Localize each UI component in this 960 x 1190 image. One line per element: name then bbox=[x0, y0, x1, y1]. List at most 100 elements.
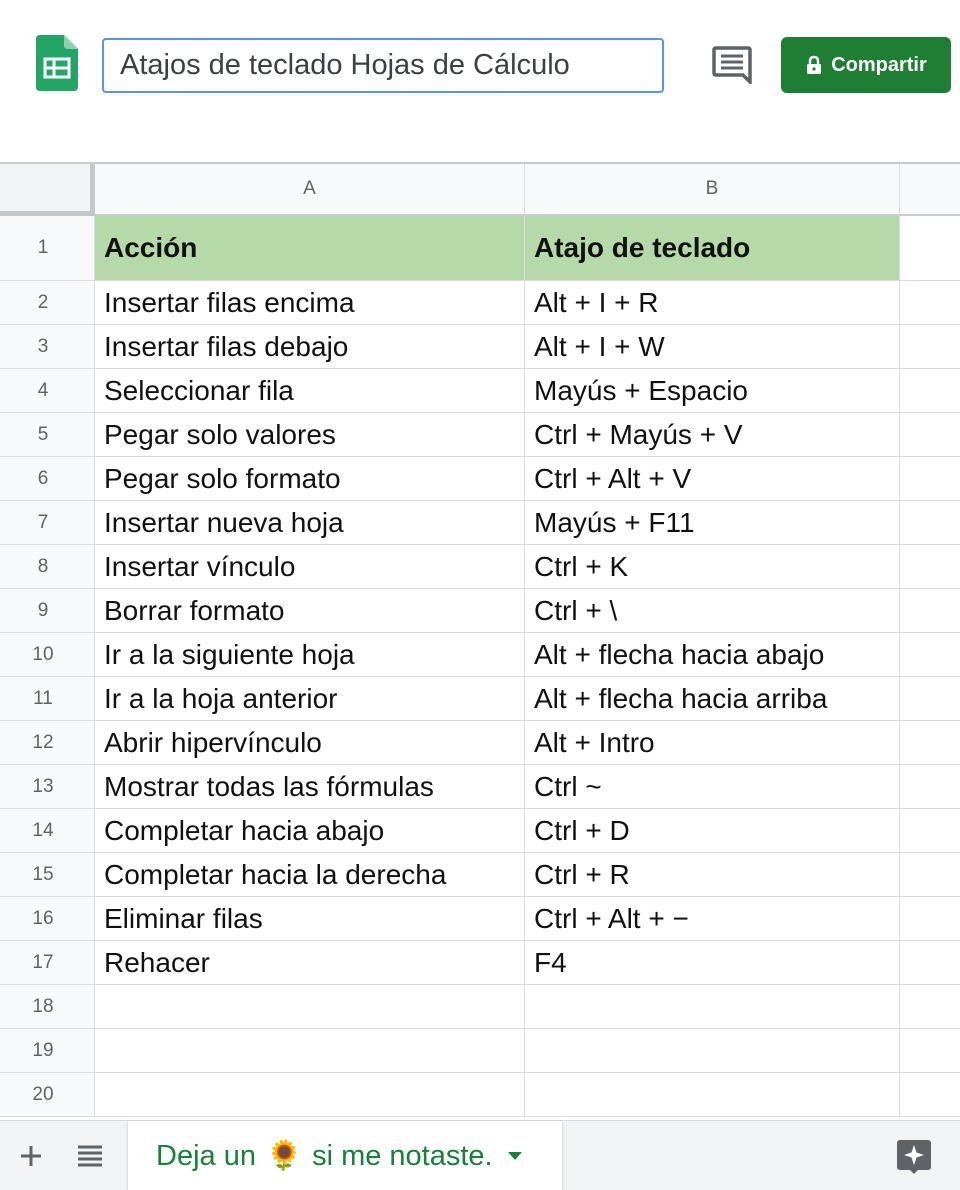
row-header[interactable]: 18 bbox=[0, 985, 95, 1029]
row-header[interactable]: 14 bbox=[0, 809, 95, 853]
action-cell[interactable]: Borrar formato bbox=[95, 589, 525, 633]
shortcut-cell[interactable]: Ctrl + R bbox=[525, 853, 900, 897]
column-header-c[interactable] bbox=[900, 164, 960, 216]
action-cell[interactable] bbox=[95, 985, 525, 1029]
empty-cell[interactable] bbox=[900, 369, 960, 413]
share-button-label: Compartir bbox=[831, 53, 927, 76]
shortcut-cell[interactable]: Alt + flecha hacia abajo bbox=[525, 633, 900, 677]
action-cell[interactable]: Pegar solo formato bbox=[95, 457, 525, 501]
shortcut-cell[interactable]: Mayús + F11 bbox=[525, 501, 900, 545]
shortcut-cell[interactable] bbox=[525, 1029, 900, 1073]
row-header[interactable]: 17 bbox=[0, 941, 95, 985]
empty-cell[interactable] bbox=[900, 1073, 960, 1117]
empty-cell[interactable] bbox=[900, 677, 960, 721]
shortcut-cell[interactable] bbox=[525, 1073, 900, 1117]
empty-cell[interactable] bbox=[900, 897, 960, 941]
row-header[interactable]: 6 bbox=[0, 457, 95, 501]
action-cell[interactable]: Pegar solo valores bbox=[95, 413, 525, 457]
row-header[interactable]: 19 bbox=[0, 1029, 95, 1073]
empty-cell[interactable] bbox=[900, 413, 960, 457]
empty-cell[interactable] bbox=[900, 721, 960, 765]
action-cell[interactable]: Insertar nueva hoja bbox=[95, 501, 525, 545]
shortcut-cell[interactable]: Ctrl + D bbox=[525, 809, 900, 853]
spreadsheet-grid: A B 1 Acción Atajo de teclado 2 Insertar fil… bbox=[0, 162, 960, 1117]
action-cell[interactable] bbox=[95, 1073, 525, 1117]
empty-cell[interactable] bbox=[900, 501, 960, 545]
row-header[interactable]: 8 bbox=[0, 545, 95, 589]
action-cell[interactable]: Insertar filas debajo bbox=[95, 325, 525, 369]
shortcut-cell[interactable]: Ctrl + Mayús + V bbox=[525, 413, 900, 457]
sheet-tab[interactable]: Deja un 🌻 si me notaste. bbox=[128, 1121, 562, 1190]
sheet-tab-label-after: si me notaste. bbox=[312, 1139, 493, 1172]
shortcut-cell[interactable]: Ctrl + Alt + V bbox=[525, 457, 900, 501]
action-cell[interactable]: Rehacer bbox=[95, 941, 525, 985]
shortcut-cell[interactable]: Mayús + Espacio bbox=[525, 369, 900, 413]
empty-cell[interactable] bbox=[900, 853, 960, 897]
row-header[interactable]: 10 bbox=[0, 633, 95, 677]
row-header[interactable]: 11 bbox=[0, 677, 95, 721]
sheet-tab-bar: Deja un 🌻 si me notaste. bbox=[0, 1120, 960, 1190]
empty-cell[interactable] bbox=[900, 633, 960, 677]
shortcut-cell[interactable]: Alt + flecha hacia arriba bbox=[525, 677, 900, 721]
document-title-input[interactable]: Atajos de teclado Hojas de Cálculo bbox=[102, 38, 664, 93]
empty-cell[interactable] bbox=[900, 941, 960, 985]
shortcut-cell[interactable]: Alt + I + W bbox=[525, 325, 900, 369]
action-cell[interactable]: Insertar vínculo bbox=[95, 545, 525, 589]
empty-cell[interactable] bbox=[900, 457, 960, 501]
row-header[interactable]: 7 bbox=[0, 501, 95, 545]
header-cell-action[interactable]: Acción bbox=[95, 216, 525, 281]
action-cell[interactable]: Ir a la hoja anterior bbox=[95, 677, 525, 721]
row-header[interactable]: 1 bbox=[0, 216, 95, 281]
action-cell[interactable]: Eliminar filas bbox=[95, 897, 525, 941]
shortcut-cell[interactable] bbox=[525, 985, 900, 1029]
action-cell[interactable]: Insertar filas encima bbox=[95, 281, 525, 325]
row-header[interactable]: 2 bbox=[0, 281, 95, 325]
empty-cell[interactable] bbox=[900, 1029, 960, 1073]
empty-cell[interactable] bbox=[900, 281, 960, 325]
row-header[interactable]: 3 bbox=[0, 325, 95, 369]
shortcut-cell[interactable]: Ctrl + Alt + − bbox=[525, 897, 900, 941]
action-cell[interactable]: Ir a la siguiente hoja bbox=[95, 633, 525, 677]
shortcut-cell[interactable]: Ctrl + \ bbox=[525, 589, 900, 633]
row-header[interactable]: 4 bbox=[0, 369, 95, 413]
shortcut-cell[interactable]: Ctrl ~ bbox=[525, 765, 900, 809]
column-header-a[interactable]: A bbox=[95, 164, 525, 216]
sunflower-icon: 🌻 bbox=[265, 1140, 303, 1172]
action-cell[interactable] bbox=[95, 1029, 525, 1073]
empty-cell[interactable] bbox=[900, 545, 960, 589]
empty-cell[interactable] bbox=[900, 809, 960, 853]
empty-cell[interactable] bbox=[900, 985, 960, 1029]
add-sheet-icon[interactable] bbox=[18, 1143, 44, 1169]
chevron-down-icon[interactable] bbox=[507, 1151, 523, 1161]
column-header-b[interactable]: B bbox=[525, 164, 900, 216]
sheets-logo-icon[interactable] bbox=[36, 35, 78, 91]
comment-icon[interactable] bbox=[712, 46, 752, 84]
empty-cell[interactable] bbox=[900, 765, 960, 809]
action-cell[interactable]: Completar hacia abajo bbox=[95, 809, 525, 853]
row-header[interactable]: 9 bbox=[0, 589, 95, 633]
all-sheets-icon[interactable] bbox=[76, 1143, 104, 1169]
row-header[interactable]: 20 bbox=[0, 1073, 95, 1117]
shortcut-cell[interactable]: Ctrl + K bbox=[525, 545, 900, 589]
shortcut-cell[interactable]: Alt + Intro bbox=[525, 721, 900, 765]
row-header[interactable]: 5 bbox=[0, 413, 95, 457]
share-button[interactable]: Compartir bbox=[781, 37, 951, 93]
shortcut-cell[interactable]: F4 bbox=[525, 941, 900, 985]
action-cell[interactable]: Mostrar todas las fórmulas bbox=[95, 765, 525, 809]
sheet-tab-label-before: Deja un bbox=[156, 1139, 256, 1172]
action-cell[interactable]: Abrir hipervínculo bbox=[95, 721, 525, 765]
explore-icon[interactable] bbox=[896, 1139, 932, 1175]
row-header[interactable]: 15 bbox=[0, 853, 95, 897]
shortcut-cell[interactable]: Alt + I + R bbox=[525, 281, 900, 325]
row-header[interactable]: 16 bbox=[0, 897, 95, 941]
action-cell[interactable]: Completar hacia la derecha bbox=[95, 853, 525, 897]
empty-cell[interactable] bbox=[900, 325, 960, 369]
header-cell-shortcut[interactable]: Atajo de teclado bbox=[525, 216, 900, 281]
row-header[interactable]: 12 bbox=[0, 721, 95, 765]
empty-cell[interactable] bbox=[900, 216, 960, 281]
action-cell[interactable]: Seleccionar fila bbox=[95, 369, 525, 413]
row-header[interactable]: 13 bbox=[0, 765, 95, 809]
select-all-corner[interactable] bbox=[0, 164, 95, 216]
empty-cell[interactable] bbox=[900, 589, 960, 633]
lock-icon bbox=[807, 55, 822, 74]
